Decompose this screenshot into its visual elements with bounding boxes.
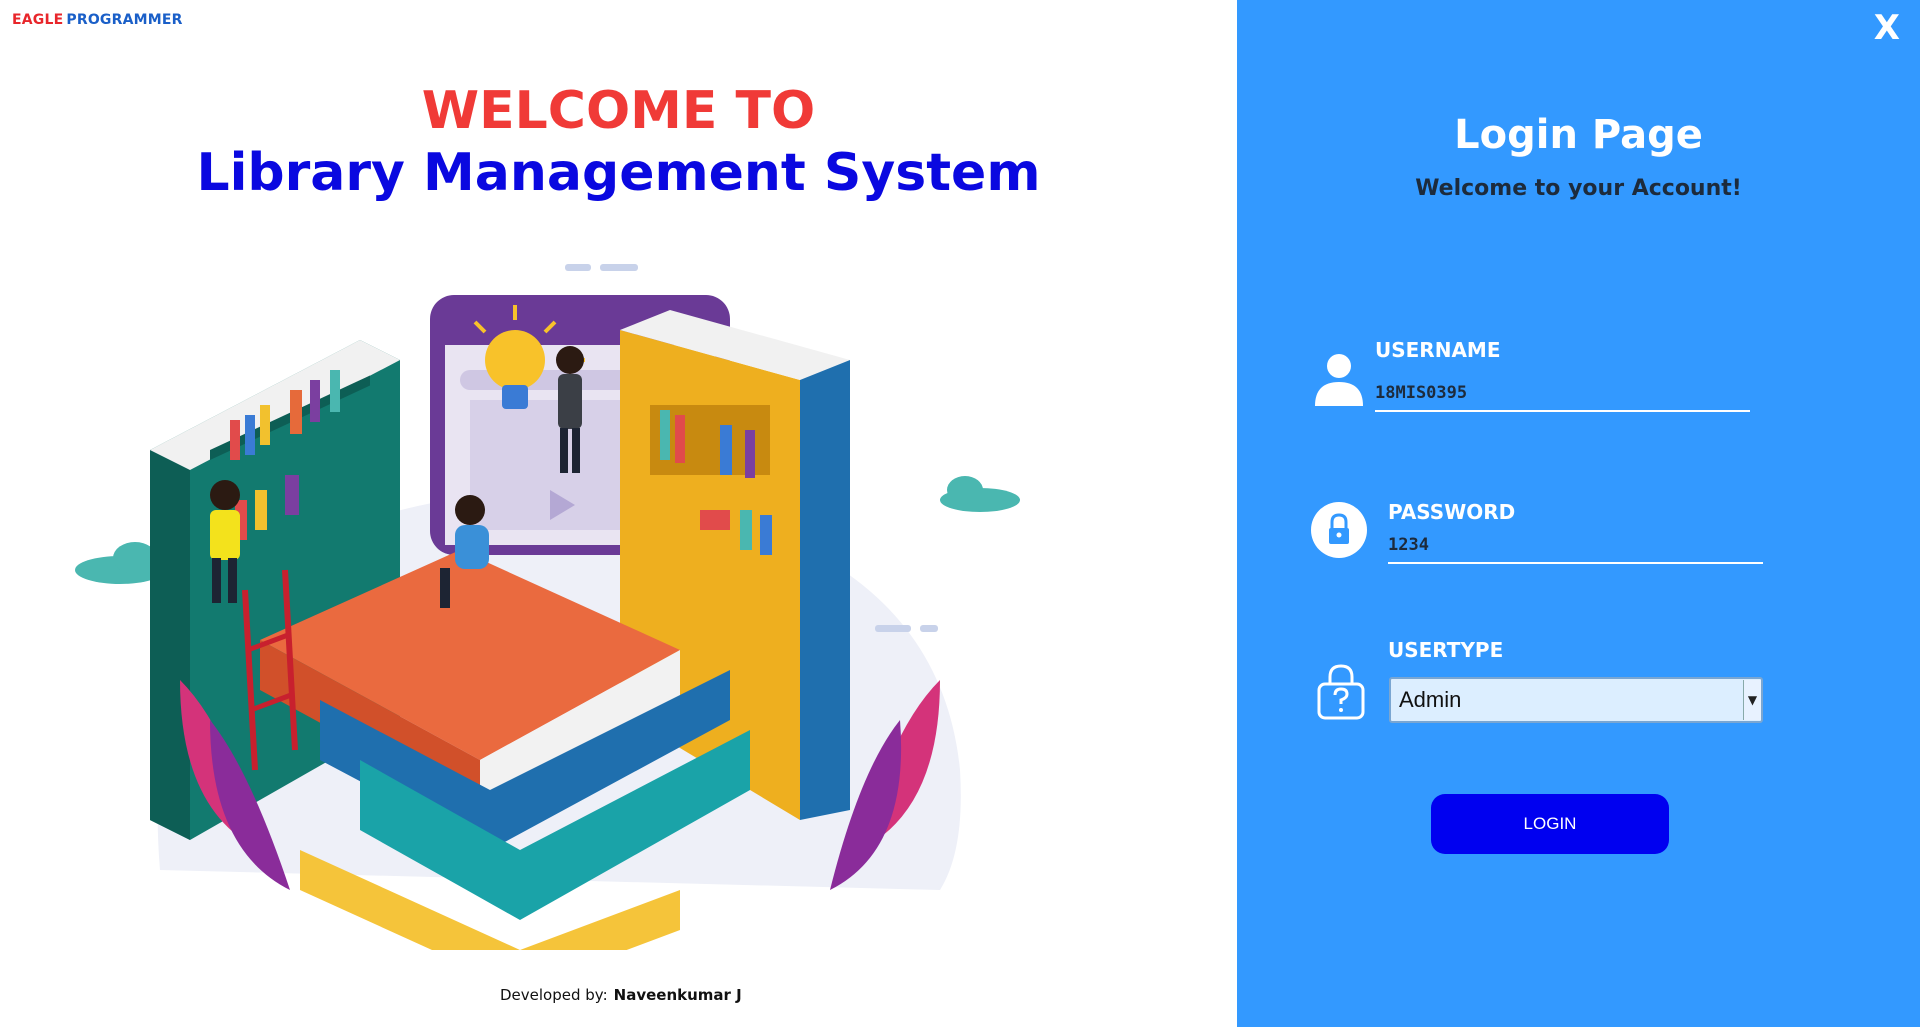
lock-icon <box>1311 502 1367 558</box>
welcome-line-1: WELCOME TO <box>421 81 816 141</box>
usertype-label: USERTYPE <box>1388 638 1504 662</box>
brand-logo: EAGLE PROGRAMMER <box>12 12 183 28</box>
username-label: USERNAME <box>1375 338 1501 362</box>
welcome-line-2: Library Management System <box>196 143 1041 203</box>
username-input[interactable] <box>1375 380 1750 412</box>
developer-credit: Developed by: Naveenkumar J <box>500 986 742 1004</box>
login-title: Login Page <box>1454 112 1703 158</box>
login-subtitle: Welcome to your Account! <box>1415 176 1742 201</box>
developer-label: Developed by: <box>500 986 608 1004</box>
usertype-selected-value: Admin <box>1399 687 1462 712</box>
close-button[interactable]: X <box>1874 8 1900 48</box>
brand-part-programmer: PROGRAMMER <box>66 12 183 28</box>
left-panel: EAGLE PROGRAMMER WELCOME TO Library Manag… <box>0 0 1237 1027</box>
library-illustration <box>75 264 1020 950</box>
welcome-heading: WELCOME TO Library Management System <box>0 80 1237 204</box>
developer-name: Naveenkumar J <box>613 986 742 1004</box>
login-panel: X Login Page Welcome to your Account! US… <box>1237 0 1920 1027</box>
question-lock-icon <box>1317 664 1365 720</box>
password-input[interactable] <box>1388 532 1763 564</box>
chevron-down-icon[interactable]: ▼ <box>1743 680 1761 720</box>
usertype-select[interactable]: Admin ▼ <box>1389 677 1763 723</box>
user-icon <box>1315 354 1363 406</box>
password-label: PASSWORD <box>1388 500 1516 524</box>
login-button[interactable]: LOGIN <box>1431 794 1669 854</box>
brand-part-eagle: EAGLE <box>12 12 64 28</box>
